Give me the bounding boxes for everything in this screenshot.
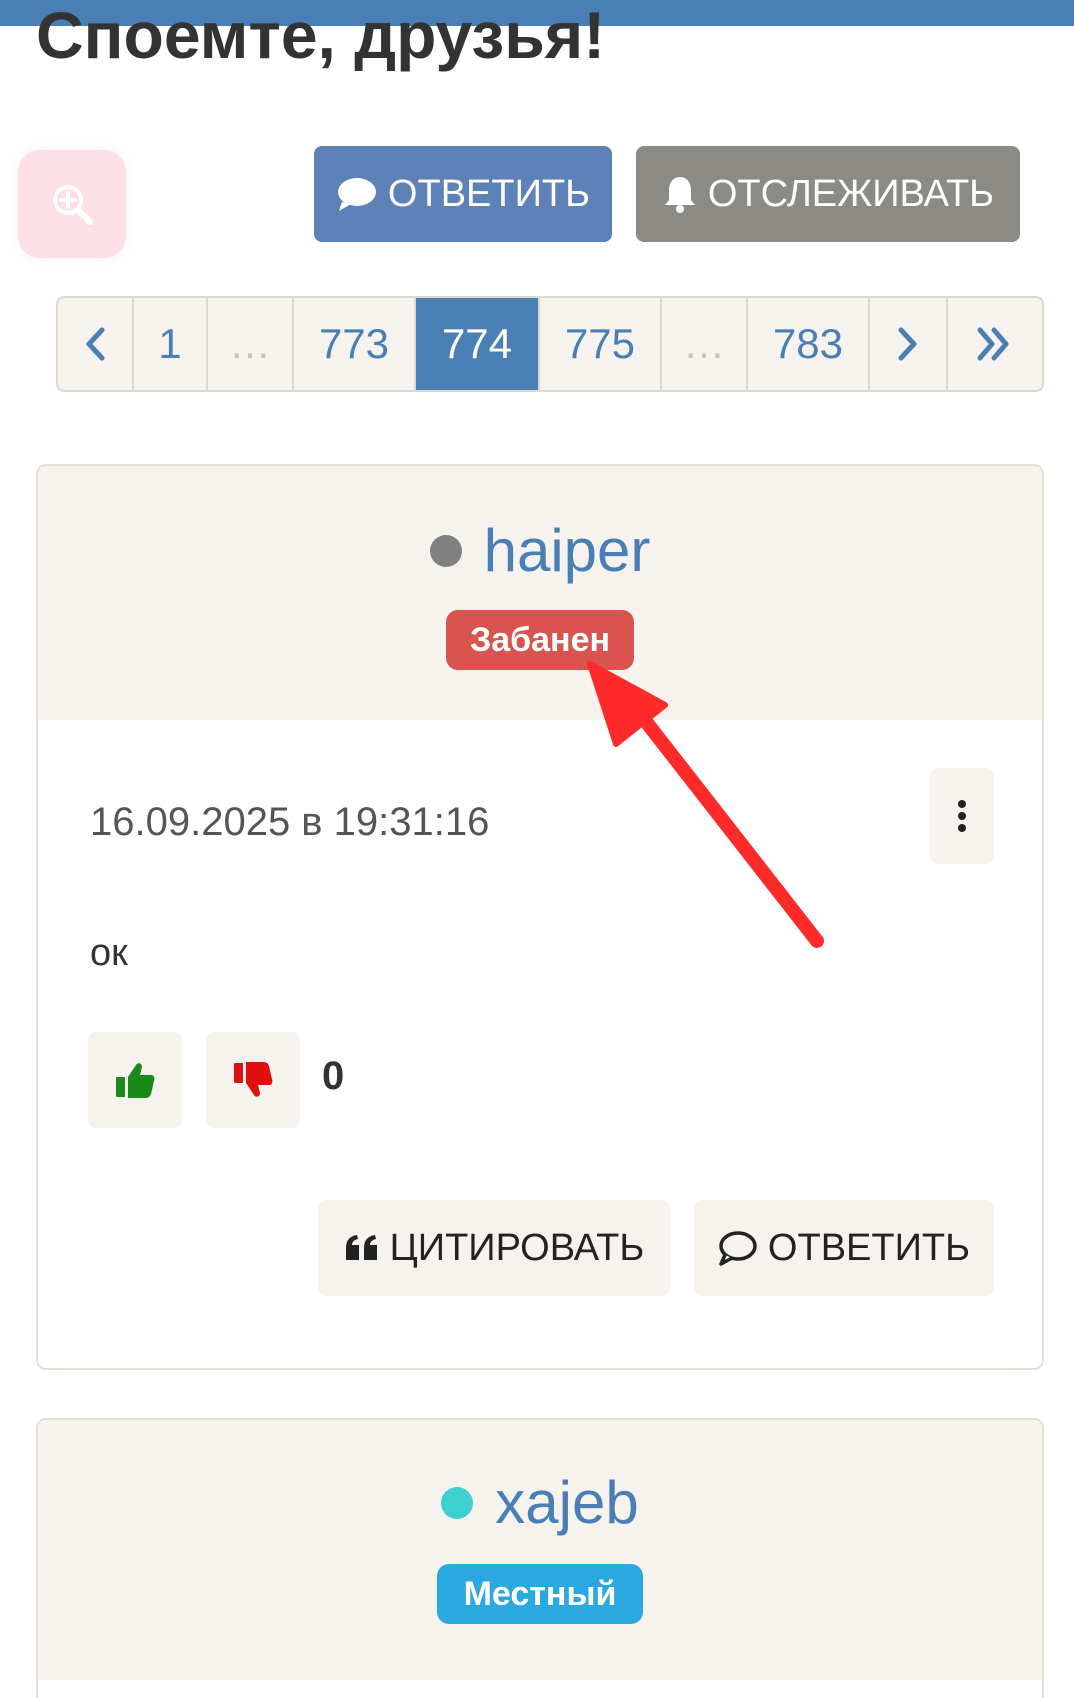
thumbs-down-icon [234, 1062, 273, 1097]
reply-button-label: ОТВЕТИТЬ [387, 172, 591, 215]
double-chevron-right-icon [977, 327, 1009, 361]
pagination: 1 … 773 774 775 … 783 [56, 296, 1044, 392]
post-text: ок [90, 932, 128, 974]
post: haiper Забанен 16.09.2025 в 19:31:16 ок … [36, 464, 1044, 1370]
thumbs-up-icon [116, 1063, 155, 1098]
post-reply-button[interactable]: ОТВЕТИТЬ [694, 1200, 994, 1296]
pagination-ellipsis: … [662, 298, 748, 390]
vote-score: 0 [322, 1054, 345, 1098]
reply-button[interactable]: ОТВЕТИТЬ [314, 146, 612, 242]
bell-icon [664, 177, 695, 213]
quote-button[interactable]: ЦИТИРОВАТЬ [318, 1200, 670, 1296]
username-link[interactable]: xajeb [495, 1468, 638, 1537]
watch-button-label: ОТСЛЕЖИВАТЬ [707, 172, 995, 215]
user-badge: Местный [437, 1564, 643, 1624]
pagination-page[interactable]: 775 [540, 298, 662, 390]
user-line: xajeb [38, 1468, 1042, 1537]
quote-icon [345, 1235, 377, 1260]
pagination-page[interactable]: 783 [748, 298, 870, 390]
post: xajeb Местный [36, 1418, 1044, 1698]
vertical-dots-icon [958, 800, 966, 832]
like-button[interactable] [88, 1032, 182, 1128]
post-reply-button-label: ОТВЕТИТЬ [767, 1226, 971, 1269]
post-header: haiper Забанен [38, 466, 1042, 720]
page-title: Споемте, друзья! [36, 0, 606, 72]
quote-button-label: ЦИТИРОВАТЬ [389, 1226, 645, 1269]
post-menu-button[interactable] [930, 768, 994, 864]
dislike-button[interactable] [206, 1032, 300, 1128]
status-dot-icon [429, 534, 462, 567]
post-date: 16.09.2025 в 19:31:16 [90, 800, 490, 844]
user-badge: Забанен [446, 610, 634, 670]
page: Споемте, друзья! ОТВЕТИТЬ ОТСЛЕЖИВАТЬ 1 … [0, 0, 1074, 1698]
post-header: xajeb Местный [38, 1420, 1042, 1680]
pagination-page-current[interactable]: 774 [416, 298, 540, 390]
status-dot-icon [441, 1486, 474, 1519]
user-line: haiper [38, 516, 1042, 585]
pagination-prev[interactable] [58, 298, 134, 390]
pagination-ellipsis: … [208, 298, 294, 390]
comment-icon [337, 178, 376, 211]
username-link[interactable]: haiper [484, 516, 651, 585]
pagination-next[interactable] [870, 298, 948, 390]
zoom-button[interactable] [18, 150, 126, 258]
zoom-in-icon [53, 185, 93, 225]
chevron-left-icon [86, 327, 105, 361]
comment-outline-icon [719, 1231, 757, 1266]
pagination-last[interactable] [948, 298, 1040, 390]
chevron-right-icon [898, 327, 917, 361]
pagination-page[interactable]: 773 [294, 298, 416, 390]
watch-button[interactable]: ОТСЛЕЖИВАТЬ [636, 146, 1020, 242]
pagination-page[interactable]: 1 [134, 298, 208, 390]
